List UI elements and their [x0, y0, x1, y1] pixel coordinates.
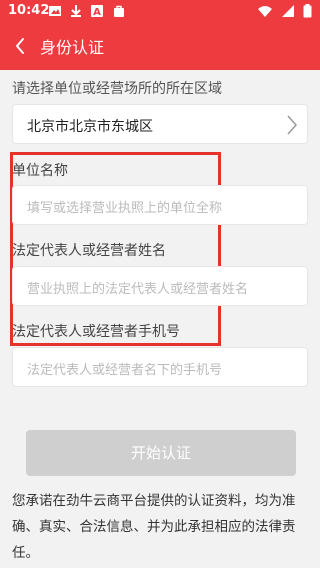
chevron-right-icon [287, 115, 298, 135]
wifi-icon [257, 6, 272, 17]
region-value: 北京市北京市东城区 [27, 119, 153, 135]
legal-rep-phone-placeholder: 法定代表人或经营者名下的手机号 [27, 363, 223, 378]
status-left-icons: A [48, 4, 130, 20]
image-icon [49, 6, 61, 16]
company-name-label: 单位名称 [12, 163, 68, 179]
bag-icon [114, 5, 125, 17]
company-name-input[interactable]: 填写或选择营业执照上的单位全称 [12, 185, 308, 225]
app-header: 10:42 A 身份认证 [0, 0, 320, 70]
svg-text:A: A [93, 7, 101, 18]
legal-rep-phone-label: 法定代表人或经营者手机号 [12, 324, 180, 340]
legal-rep-name-input[interactable]: 营业执照上的法定代表人或经营者姓名 [12, 266, 308, 306]
status-time: 10:42 [8, 3, 50, 18]
legal-rep-phone-input[interactable]: 法定代表人或经营者名下的手机号 [12, 347, 308, 387]
legal-notice: 您承诺在劲牛云商平台提供的认证资料，均为准确、真实、合法信息、并为此承担相应的法… [12, 493, 296, 561]
status-right-icons [253, 4, 312, 20]
download-icon [71, 5, 82, 17]
title-bar: 身份认证 [0, 24, 320, 68]
status-bar: 10:42 A [0, 0, 320, 24]
font-icon: A [91, 5, 104, 18]
battery-icon [303, 4, 312, 18]
signal-icon [281, 5, 294, 17]
company-name-placeholder: 填写或选择营业执照上的单位全称 [27, 201, 223, 216]
region-selector[interactable]: 北京市北京市东城区 [12, 104, 308, 144]
back-button[interactable] [6, 28, 36, 64]
legal-rep-name-label: 法定代表人或经营者姓名 [12, 243, 166, 259]
chevron-left-icon [16, 38, 24, 54]
region-prompt: 请选择单位或经营场所的所在区域 [12, 81, 222, 97]
page-title: 身份认证 [40, 38, 105, 57]
legal-rep-name-placeholder: 营业执照上的法定代表人或经营者姓名 [27, 282, 249, 297]
start-verification-button[interactable]: 开始认证 [26, 430, 296, 476]
